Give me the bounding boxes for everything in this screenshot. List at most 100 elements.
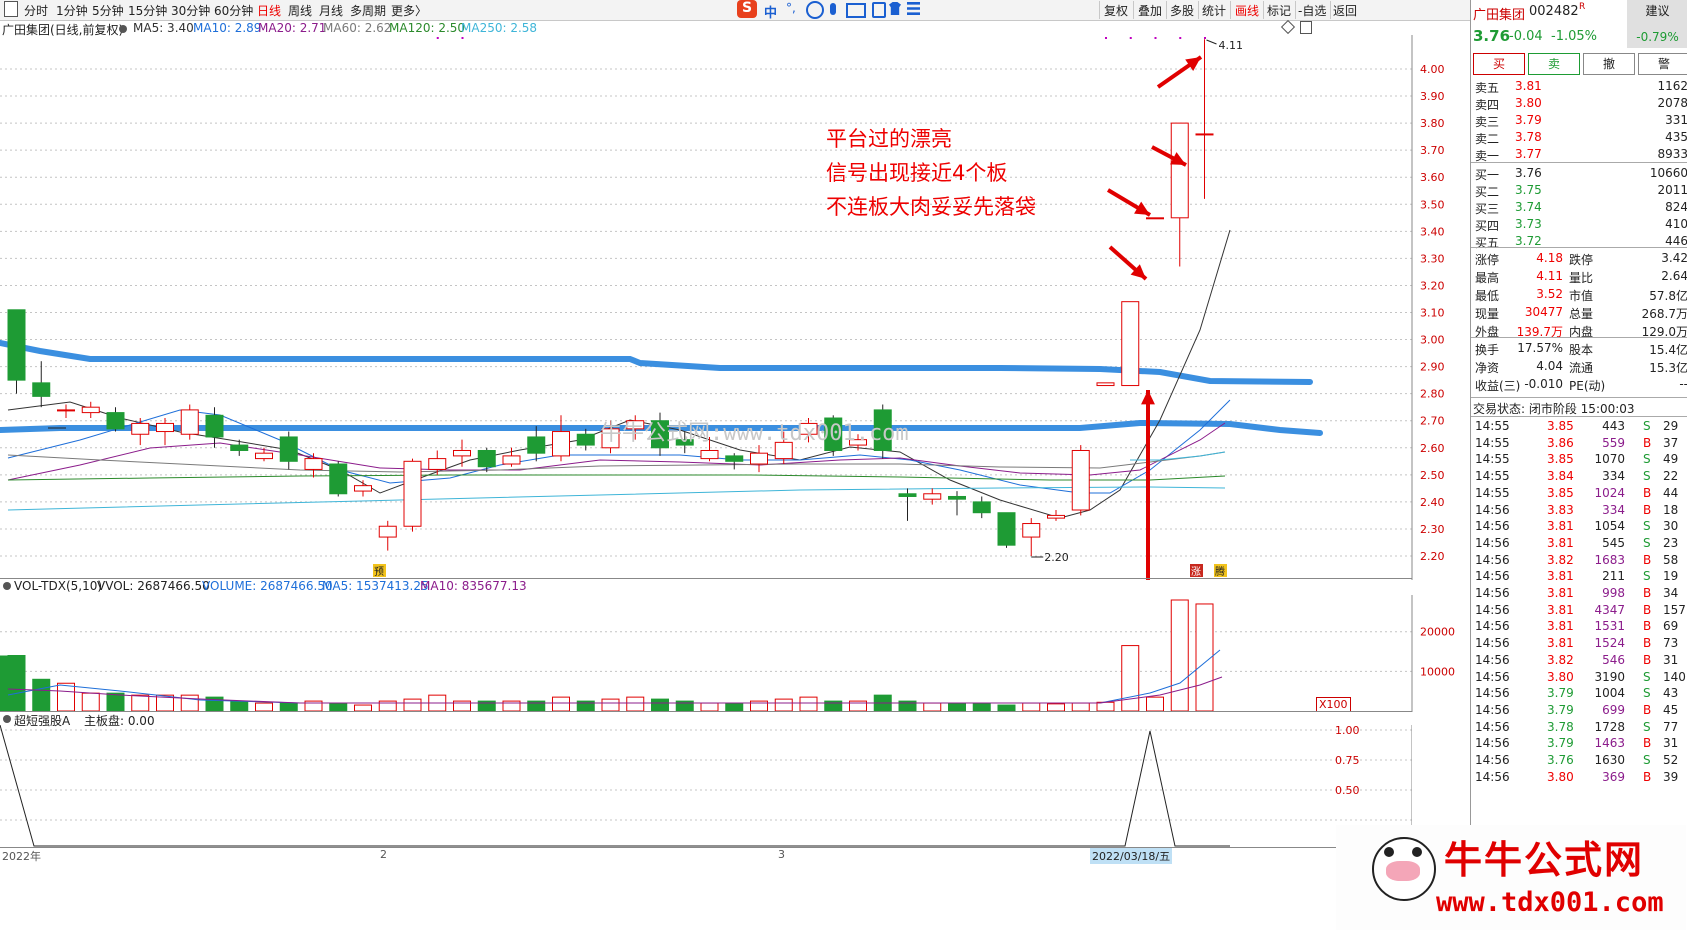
tick-row[interactable]: 14:56 3.78 1728 S 77	[1475, 719, 1687, 736]
stat-row[interactable]: 最低 3.52 市值 57.8亿	[1475, 286, 1687, 303]
sogou-ime-icon[interactable]: S	[737, 0, 757, 18]
statistics-button[interactable]: 统计	[1202, 2, 1226, 19]
tick-row[interactable]: 14:56 3.81 1054 S 30	[1475, 518, 1687, 535]
tick-row[interactable]: 14:55 3.86 559 B 37	[1475, 435, 1687, 452]
tick-row[interactable]: 14:56 3.81 545 S 23	[1475, 535, 1687, 552]
ime-mode[interactable]: 中	[764, 2, 777, 21]
tick-volume: 369	[1602, 769, 1625, 784]
stat-value: 30477	[1524, 305, 1563, 319]
tick-time: 14:56	[1475, 669, 1510, 684]
top-marker	[1179, 37, 1182, 39]
skin-icon[interactable]	[889, 2, 901, 15]
punctuation-icon[interactable]: °,	[786, 1, 796, 15]
book-price: 3.78	[1515, 130, 1542, 144]
cancel-order-button[interactable]: 撤	[1583, 53, 1635, 75]
tick-row[interactable]: 14:56 3.81 211 S 19	[1475, 568, 1687, 585]
ask-row[interactable]: 卖一 3.77 8933	[1475, 146, 1687, 163]
tick-row[interactable]: 14:56 3.82 546 B 31	[1475, 652, 1687, 669]
stat-row[interactable]: 换手 17.57% 股本 15.4亿	[1475, 340, 1687, 357]
overlay-button[interactable]: 叠加	[1138, 2, 1162, 19]
tick-row[interactable]: 14:56 3.79 1463 B 31	[1475, 735, 1687, 752]
tick-row[interactable]: 14:56 3.83 334 B 18	[1475, 502, 1687, 519]
tick-row[interactable]: 14:56 3.82 1683 B 58	[1475, 552, 1687, 569]
panel-toggle-icon[interactable]	[4, 1, 18, 17]
period-monthly[interactable]: 月线	[319, 2, 343, 19]
advice-pct: -0.79%	[1627, 22, 1687, 48]
bid-row[interactable]: 买一 3.76 10660	[1475, 165, 1687, 182]
tick-row[interactable]: 14:56 3.80 3190 S 140	[1475, 669, 1687, 686]
candle-body	[948, 495, 966, 500]
volume-settings-icon[interactable]	[3, 582, 11, 590]
price-axis-label: 3.80	[1420, 117, 1445, 130]
buy-button[interactable]: 买	[1473, 53, 1525, 75]
tick-row[interactable]: 14:55 3.84 334 S 22	[1475, 468, 1687, 485]
candle-body	[997, 512, 1016, 546]
period-15min[interactable]: 15分钟	[128, 2, 167, 19]
tick-row[interactable]: 14:55 3.85 1024 B 44	[1475, 485, 1687, 502]
watchlist-button[interactable]: -自选	[1298, 2, 1326, 19]
stat-row[interactable]: 涨停 4.18 跌停 3.42	[1475, 250, 1687, 267]
stat-row[interactable]: 现量 30477 总量 268.7万	[1475, 304, 1687, 321]
candle-body	[403, 460, 422, 527]
menu-icon[interactable]	[907, 2, 920, 15]
chart-watermark: 牛牛公式网:www.tdx001.com	[600, 421, 909, 446]
tick-row[interactable]: 14:56 3.79 1004 S 43	[1475, 685, 1687, 702]
tick-price: 3.79	[1547, 686, 1574, 701]
tick-count: 22	[1663, 469, 1679, 484]
bid-row[interactable]: 买三 3.74 824	[1475, 199, 1687, 216]
mark-button[interactable]: 标记	[1267, 2, 1291, 19]
volume-bar	[1096, 701, 1115, 712]
tick-row[interactable]: 14:56 3.76 1630 S 52	[1475, 752, 1687, 769]
tick-count: 49	[1663, 452, 1679, 467]
tick-row[interactable]: 14:56 3.81 998 B 34	[1475, 585, 1687, 602]
time-axis-label: 3	[778, 848, 785, 861]
period-daily[interactable]: 日线	[257, 2, 281, 19]
period-weekly[interactable]: 周线	[288, 2, 312, 19]
period-60min[interactable]: 60分钟	[214, 2, 253, 19]
tick-price: 3.85	[1547, 419, 1574, 433]
adjust-button[interactable]: 复权	[1104, 2, 1128, 19]
indicator2-settings-icon[interactable]	[3, 715, 11, 723]
tick-row[interactable]: 14:56 3.80 369 B 39	[1475, 769, 1687, 786]
period-30min[interactable]: 30分钟	[171, 2, 210, 19]
price-axis-label: 2.20	[1420, 550, 1445, 563]
period-5min[interactable]: 5分钟	[92, 2, 124, 19]
tick-time: 14:56	[1475, 569, 1510, 584]
tick-row[interactable]: 14:55 3.85 1070 S 49	[1475, 451, 1687, 468]
tick-row[interactable]: 14:56 3.79 699 B 45	[1475, 702, 1687, 719]
draw-line-button[interactable]: 画线	[1235, 2, 1259, 19]
stat-row[interactable]: 最高 4.11 量比 2.64	[1475, 268, 1687, 285]
period-multi[interactable]: 多周期	[350, 2, 386, 19]
volume-bar	[403, 698, 422, 712]
ask-row[interactable]: 卖四 3.80 2078	[1475, 95, 1687, 112]
diamond-icon[interactable]	[1280, 19, 1296, 35]
quote-panel: 广田集团 002482 R 建议 3.76 -0.04 -1.05% -0.79…	[1470, 0, 1687, 930]
tick-row[interactable]: 14:56 3.81 4347 B 157	[1475, 602, 1687, 619]
ask-row[interactable]: 卖二 3.78 435	[1475, 129, 1687, 146]
period-more[interactable]: 更多〉	[391, 2, 427, 19]
window-toggle-icon[interactable]	[1300, 21, 1312, 34]
stat-row[interactable]: 收益(三)-0.010PE(动)--	[1475, 376, 1687, 393]
sell-button[interactable]: 卖	[1528, 53, 1580, 75]
bid-row[interactable]: 买二 3.75 2011	[1475, 182, 1687, 199]
ask-row[interactable]: 卖五 3.81 1162	[1475, 78, 1687, 95]
multi-stock-button[interactable]: 多股	[1170, 2, 1194, 19]
alert-button[interactable]: 警	[1638, 53, 1687, 75]
tick-row[interactable]: 14:56 3.81 1524 B 73	[1475, 635, 1687, 652]
ask-row[interactable]: 卖三 3.79 331	[1475, 112, 1687, 129]
emoji-icon[interactable]	[806, 1, 824, 19]
bid-row[interactable]: 买四 3.73 410	[1475, 216, 1687, 233]
keyboard-icon[interactable]	[846, 3, 866, 18]
period-1min[interactable]: 1分钟	[56, 2, 88, 19]
tick-row[interactable]: 14:55 3.85 443 S 29	[1475, 418, 1687, 435]
stat-row[interactable]: 净资 4.04 流通 15.3亿	[1475, 358, 1687, 375]
toolbox-icon[interactable]	[872, 2, 886, 18]
ma120-line	[7, 474, 1226, 481]
price-change-pct: -1.05%	[1551, 29, 1597, 44]
chart-settings-icon[interactable]	[119, 25, 127, 33]
voice-icon[interactable]	[830, 3, 836, 15]
period-minute[interactable]: 分时	[24, 2, 48, 19]
tick-row[interactable]: 14:56 3.81 1531 B 69	[1475, 618, 1687, 635]
back-button[interactable]: 返回	[1333, 2, 1357, 19]
advice-button[interactable]: 建议	[1627, 0, 1687, 22]
